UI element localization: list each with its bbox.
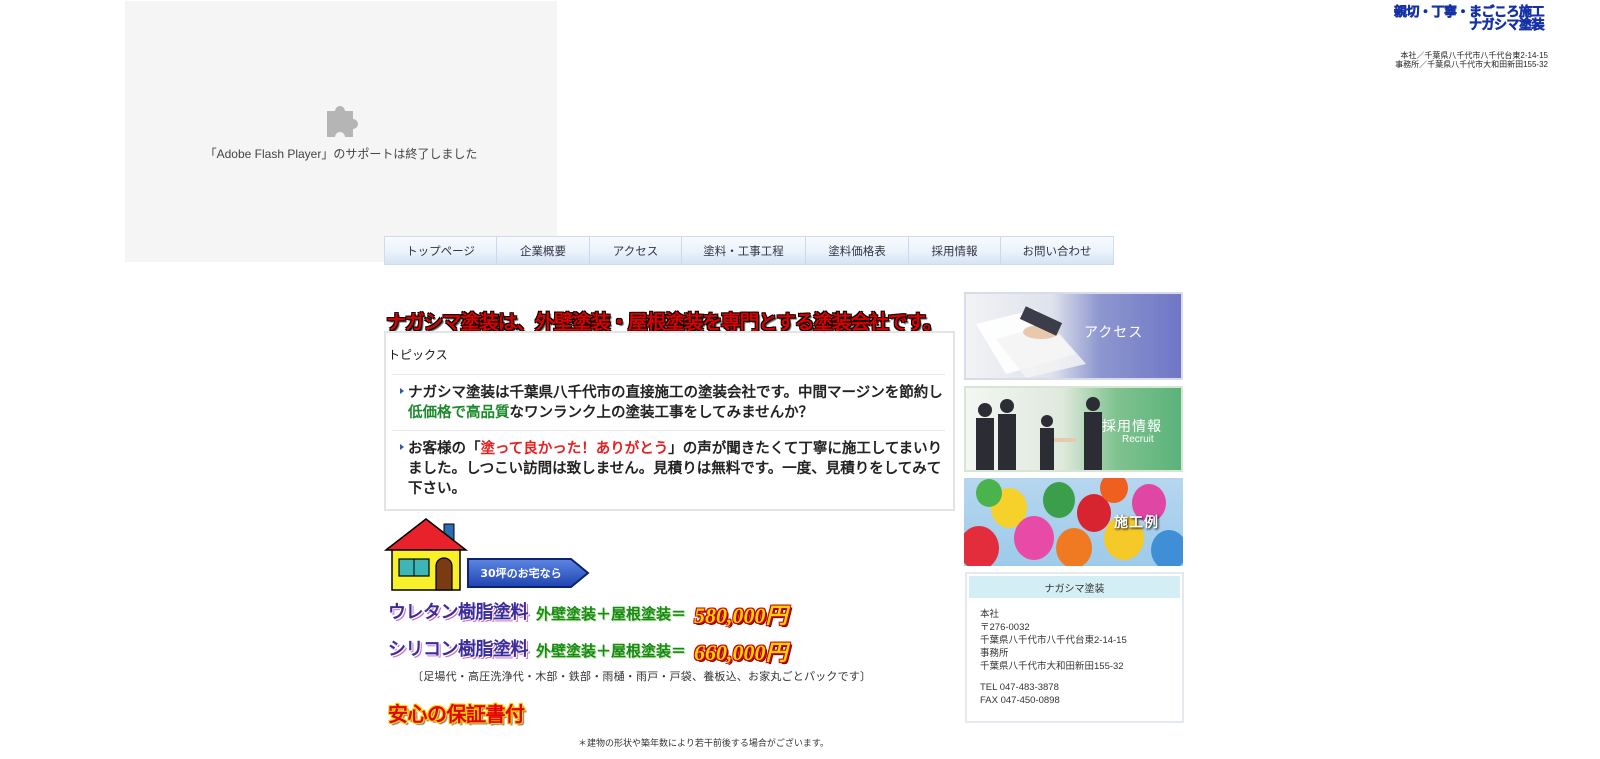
pack-note: 〔足場代・高圧洗浄代・木部・鉄部・雨樋・雨戸・戸袋、養板込、お家丸ごとパックです… (412, 670, 872, 683)
bullet-arrow-icon (400, 388, 404, 394)
footnote: ＊建物の形状や築年数により若干前後する場合がございます。 (578, 739, 829, 749)
flash-placeholder: 「Adobe Flash Player」のサポートは終了しました (125, 1, 557, 262)
site-name: ナガシマ塗装 (1468, 17, 1545, 32)
company-line: 〒276-0032 (980, 622, 1030, 633)
company-details: 本社 〒276-0032 千葉県八千代市八千代台東2-14-15 事務所 千葉県… (980, 608, 1127, 707)
company-line: 千葉県八千代市大和田新田155-32 (980, 661, 1124, 672)
bullet-arrow-icon (400, 444, 404, 450)
company-info-box: ナガシマ塗装 本社 〒276-0032 千葉県八千代市八千代台東2-14-15 … (965, 572, 1184, 723)
paint-price: 580,000円 (694, 603, 788, 628)
puzzle-piece-icon (327, 106, 358, 137)
price-row-silicone: シリコン樹脂塗料 外壁塗装＋屋根塗装＝ 660,000円 (388, 635, 788, 665)
nav-item-company[interactable]: 企業概要 (497, 237, 590, 264)
main-nav: トップページ 企業概要 アクセス 塗料・工事工程 塗料価格表 採用情報 お問い合… (384, 236, 1114, 265)
thirty-tsubo-button[interactable]: 30坪のお宅なら (467, 557, 590, 589)
nav-item-price[interactable]: 塗料価格表 (806, 237, 909, 264)
nav-item-contact[interactable]: お問い合わせ (1001, 237, 1113, 264)
topic-highlight: 塗って良かった！ありがとう (480, 441, 669, 457)
topic-item: お客様の「塗って良かった！ありがとう」の声が聞きたくて丁寧に施工してまいりました… (392, 430, 945, 506)
works-banner[interactable]: 施工例 (964, 478, 1183, 566)
recruit-banner[interactable]: 採用情報 Recruit (964, 386, 1183, 472)
topic-text: お客様の「塗って良かった！ありがとう」の声が聞きたくて丁寧に施工してまいりました… (408, 439, 945, 499)
topic-text: ナガシマ塗装は千葉県八千代市の直接施工の塗装会社です。中間マージンを節約し低価格… (408, 383, 945, 423)
site-title: 親切・丁寧・まごころ施工 ナガシマ塗装 (1394, 5, 1545, 32)
topics-title: トピックス (388, 348, 448, 362)
access-banner[interactable]: アクセス (964, 292, 1183, 380)
company-line: 千葉県八千代市八千代台東2-14-15 (980, 635, 1127, 646)
topic-text-part: ナガシマ塗装は千葉県八千代市の直接施工の塗装会社です。中間マージンを節約し (408, 385, 943, 401)
recruit-banner-sublabel: Recruit (1122, 434, 1154, 445)
company-line: 事務所 (980, 648, 1009, 659)
header-address: 本社／千葉県八千代市八千代台東2-14-15 事務所／千葉県八千代市大和田新田1… (1395, 51, 1548, 69)
nav-item-access[interactable]: アクセス (590, 237, 682, 264)
flash-unsupported-message: 「Adobe Flash Player」のサポートは終了しました (204, 147, 478, 161)
topic-item: ナガシマ塗装は千葉県八千代市の直接施工の塗装会社です。中間マージンを節約し低価格… (392, 374, 945, 427)
paint-name: ウレタン樹脂塗料 (388, 602, 529, 623)
access-banner-label: アクセス (1084, 324, 1144, 340)
nav-item-process[interactable]: 塗料・工事工程 (682, 237, 806, 264)
paint-desc: 外壁塗装＋屋根塗装＝ (536, 642, 687, 660)
company-fax: FAX 047-450-0898 (980, 695, 1060, 706)
paint-price: 660,000円 (694, 640, 788, 665)
documents-photo-icon (976, 306, 1086, 378)
nav-item-top[interactable]: トップページ (385, 237, 497, 264)
topic-text-part: なワンランク上の塗装工事をしてみませんか？ (509, 405, 814, 421)
house-icon (384, 518, 468, 591)
header-address-office: 事務所／千葉県八千代市大和田新田155-32 (1395, 60, 1548, 69)
company-line: 本社 (980, 609, 1000, 620)
price-row-urethane: ウレタン樹脂塗料 外壁塗装＋屋根塗装＝ 580,000円 (388, 598, 788, 628)
header-address-head-office: 本社／千葉県八千代市八千代台東2-14-15 (1400, 51, 1548, 60)
works-banner-label: 施工例 (1114, 514, 1159, 530)
paint-desc: 外壁塗装＋屋根塗装＝ (536, 605, 687, 623)
company-heading: ナガシマ塗装 (969, 576, 1180, 598)
recruit-banner-label: 採用情報 (1102, 418, 1162, 434)
thirty-tsubo-label: 30坪のお宅なら (480, 567, 562, 580)
company-tel: TEL 047-483-3878 (980, 682, 1059, 693)
guarantee-badge: 安心の保証書付 (388, 702, 525, 726)
topic-text-part: お客様の「 (408, 441, 481, 457)
topic-highlight: 低価格で高品質 (408, 405, 510, 421)
paint-name: シリコン樹脂塗料 (388, 639, 529, 660)
nav-item-recruit[interactable]: 採用情報 (909, 237, 1001, 264)
topics-box: トピックス ナガシマ塗装は千葉県八千代市の直接施工の塗装会社です。中間マージンを… (384, 331, 955, 511)
